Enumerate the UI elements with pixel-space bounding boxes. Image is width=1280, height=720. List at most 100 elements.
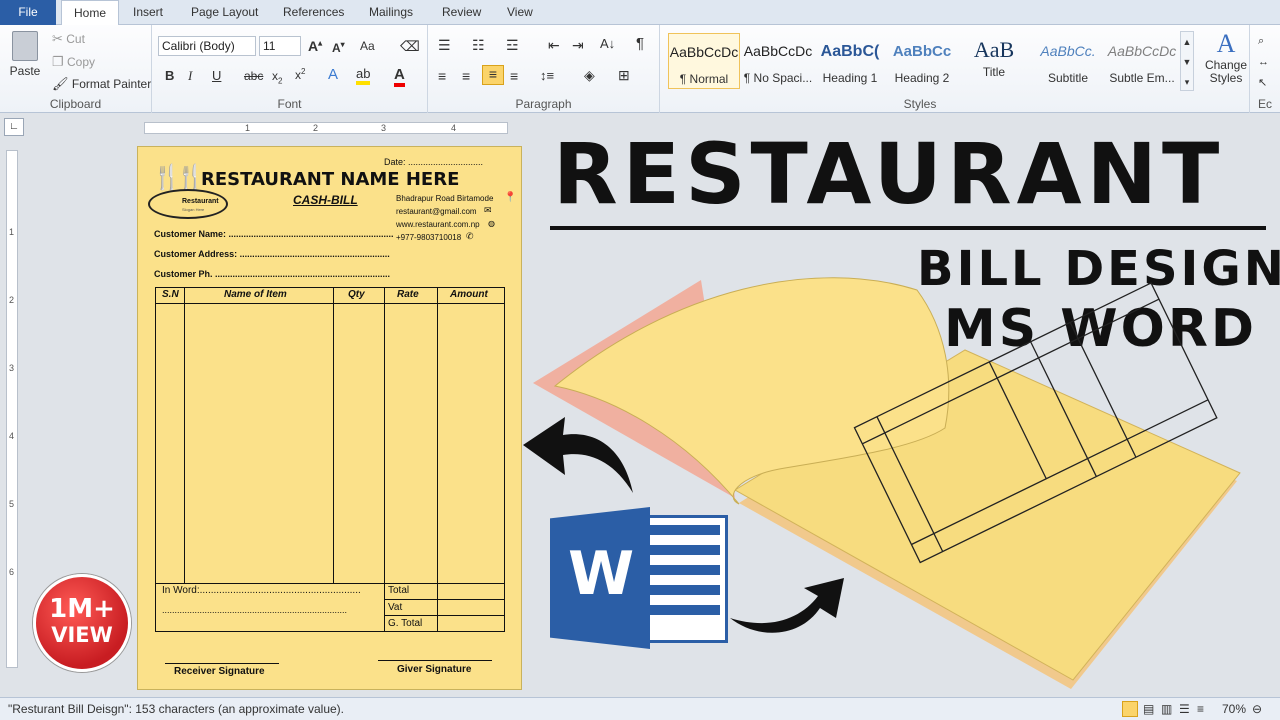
borders-icon[interactable]: ⊞ [618,67,630,84]
column-header-qty: Qty [348,289,365,300]
italic-icon[interactable]: I [188,68,192,84]
status-bar: "Resturant Bill Deisgn": 153 characters … [0,697,1280,720]
cut-button[interactable]: ✂ Cut [52,31,85,47]
column-header-item: Name of Item [224,289,287,300]
vat-label: Vat [388,602,403,613]
numbering-icon[interactable]: ☷ [472,37,485,54]
decrease-indent-icon[interactable]: ⇤ [548,37,560,54]
phone-icon: ✆ [466,231,474,241]
shrink-font-icon[interactable]: A▾ [332,40,345,55]
styles-scroll-icon[interactable]: ▲ ▼ ▾ [1180,31,1194,91]
bill-page[interactable]: Date: .............................. 🍴🍴 … [137,146,522,690]
style-heading-1[interactable]: AaBbC(Heading 1 [814,33,886,89]
tab-mailings[interactable]: Mailings [369,0,413,25]
copy-button[interactable]: ❐ Copy [52,54,95,70]
views-badge: 1M+ VIEW [33,574,131,672]
tab-view[interactable]: View [507,0,533,25]
sort-icon[interactable]: A↓ [600,36,615,51]
curved-arrow-right-icon [730,578,844,633]
change-case-button[interactable]: Aa [360,39,375,53]
bill-website: www.restaurant.com.np [396,220,480,229]
style-normal[interactable]: AaBbCcDc ¶ Normal [668,33,740,89]
view-draft-icon[interactable]: ≡ [1197,698,1204,720]
tab-page-layout[interactable]: Page Layout [191,0,258,25]
email-icon: ✉ [484,205,492,215]
vertical-ruler[interactable]: 123456 [6,150,18,668]
customer-address-field[interactable]: Customer Address: ......................… [154,249,390,259]
totals-line [155,583,505,584]
view-full-screen-icon[interactable]: ▤ [1143,698,1154,720]
style-heading-2[interactable]: AaBbCc Heading 2 [886,33,958,89]
copy-icon: ❐ [52,54,64,69]
change-styles-button[interactable]: A Change Styles [1204,29,1248,85]
clear-formatting-icon[interactable]: ⌫ [400,38,420,55]
logo-text: Restaurant [182,198,219,205]
multilevel-list-icon[interactable]: ☲ [506,37,519,54]
pilcrow-icon[interactable]: ¶ [636,35,644,52]
line-spacing-icon[interactable]: ↕≡ [540,68,554,83]
zoom-level[interactable]: 70% [1222,698,1246,720]
ribbon: Paste ✂ Cut ❐ Copy 🖌 Format Painter Clip… [0,25,1280,113]
customer-name-field[interactable]: Customer Name: .........................… [154,229,394,239]
style-title[interactable]: AaB Title [958,33,1030,89]
clipboard-icon [12,31,38,61]
superscript-icon[interactable]: x2 [295,67,305,82]
justify-icon[interactable]: ≡ [510,68,518,84]
font-group-label: Font [277,97,302,111]
headline-underline [550,226,1266,230]
tab-file[interactable]: File [0,0,56,25]
tab-references[interactable]: References [283,0,344,25]
paste-button[interactable]: Paste [8,31,42,78]
grand-total-label: G. Total [388,618,423,629]
style-subtitle[interactable]: AaBbCc. Subtitle [1032,33,1104,89]
editing-group-label: Ec [1257,97,1272,111]
strikethrough-icon[interactable]: abc [244,69,263,83]
align-center-icon[interactable]: ≡ [462,68,470,84]
font-color-icon[interactable]: A [394,66,405,87]
zoom-out-icon[interactable]: ⊖ [1252,698,1262,720]
in-word-field[interactable]: In Word:................................… [162,585,361,596]
status-word-count[interactable]: "Resturant Bill Deisgn": 153 characters … [8,698,344,720]
horizontal-ruler[interactable]: 1234 [144,122,508,134]
shading-icon[interactable]: ◈ [584,67,595,84]
bold-icon[interactable]: B [165,68,174,83]
word-logo-icon: W [550,497,728,649]
align-right-icon[interactable]: ≡ [482,65,504,85]
text-effects-icon[interactable]: A [328,66,338,83]
style-subtle-emphasis[interactable]: AaBbCcDc Subtle Em... [1106,33,1178,89]
col-divider [384,287,385,632]
col-divider [333,287,334,583]
signature-line [165,663,279,664]
scissors-icon: ✂ [52,31,63,46]
total-label: Total [388,585,410,596]
subscript-icon[interactable]: x2 [272,69,282,85]
view-outline-icon[interactable]: ☰ [1179,698,1190,720]
tab-home[interactable]: Home [61,0,120,26]
format-painter-button[interactable]: 🖌 Format Painter [52,76,151,92]
styles-group-label: Styles [903,97,937,111]
increase-indent-icon[interactable]: ⇥ [572,37,584,54]
tab-review[interactable]: Review [442,0,481,25]
totals-line [384,599,505,600]
font-family-select[interactable]: Calibri (Body) [158,36,256,56]
bill-email: restaurant@gmail.com [396,207,477,216]
signature-line [378,660,492,661]
find-icon[interactable]: ⌕ ↔ ↖ [1258,31,1269,94]
curved-arrow-left-icon [523,417,633,493]
tab-selector-icon[interactable]: ∟ [4,118,24,136]
font-size-select[interactable]: 11 [259,36,301,56]
column-header-sn: S.N [162,289,179,300]
customer-phone-field[interactable]: Customer Ph. ...........................… [154,269,390,279]
view-print-layout-icon[interactable] [1122,701,1138,717]
grow-font-icon[interactable]: A▴ [308,38,322,54]
align-left-icon[interactable]: ≡ [438,68,446,84]
underline-icon[interactable]: U [212,68,221,83]
bill-table [155,287,505,632]
highlight-icon[interactable]: ab [356,66,371,85]
tab-insert[interactable]: Insert [133,0,163,25]
view-web-layout-icon[interactable]: ▥ [1161,698,1172,720]
bill-date: Date: .............................. [384,157,484,167]
bullets-icon[interactable]: ☰ [438,37,451,54]
headline-restaurant: RESTAURANT [553,125,1225,223]
style-no-spacing[interactable]: AaBbCcDc ¶ No Spaci... [742,33,814,89]
